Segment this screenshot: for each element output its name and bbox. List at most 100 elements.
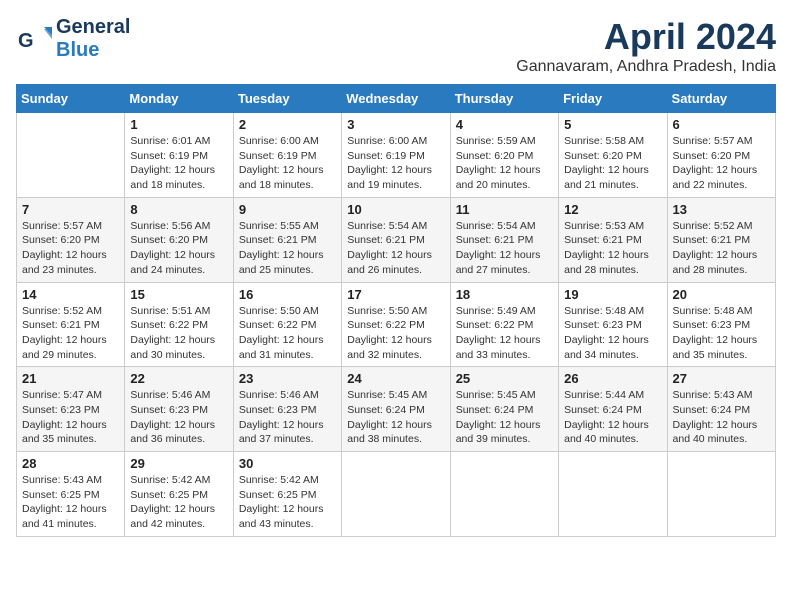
header-friday: Friday (559, 85, 667, 113)
calendar-day-18: 18 Sunrise: 5:49 AM Sunset: 6:22 PM Dayli… (450, 282, 558, 367)
day-number: 27 (673, 371, 770, 386)
calendar-day-25: 25 Sunrise: 5:45 AM Sunset: 6:24 PM Dayli… (450, 367, 558, 452)
day-number: 1 (130, 117, 227, 132)
day-info: Sunrise: 5:46 AM Sunset: 6:23 PM Dayligh… (130, 388, 227, 447)
day-number: 20 (673, 287, 770, 302)
day-info: Sunrise: 5:57 AM Sunset: 6:20 PM Dayligh… (22, 219, 119, 278)
day-info: Sunrise: 5:48 AM Sunset: 6:23 PM Dayligh… (564, 304, 661, 363)
day-info: Sunrise: 5:44 AM Sunset: 6:24 PM Dayligh… (564, 388, 661, 447)
day-info: Sunrise: 6:01 AM Sunset: 6:19 PM Dayligh… (130, 134, 227, 193)
logo-icon: G (16, 21, 52, 57)
day-number: 30 (239, 456, 336, 471)
calendar-day-1: 1 Sunrise: 6:01 AM Sunset: 6:19 PM Daylig… (125, 113, 233, 198)
header-monday: Monday (125, 85, 233, 113)
calendar-empty-cell (342, 452, 450, 537)
calendar-day-13: 13 Sunrise: 5:52 AM Sunset: 6:21 PM Dayli… (667, 197, 775, 282)
calendar-empty-cell (667, 452, 775, 537)
day-info: Sunrise: 5:54 AM Sunset: 6:21 PM Dayligh… (456, 219, 553, 278)
day-number: 2 (239, 117, 336, 132)
day-number: 12 (564, 202, 661, 217)
day-info: Sunrise: 5:59 AM Sunset: 6:20 PM Dayligh… (456, 134, 553, 193)
header-saturday: Saturday (667, 85, 775, 113)
day-number: 13 (673, 202, 770, 217)
header: G General Blue April 2024 Gannavaram, An… (16, 16, 776, 76)
calendar-week-row: 28 Sunrise: 5:43 AM Sunset: 6:25 PM Dayli… (17, 452, 776, 537)
day-number: 14 (22, 287, 119, 302)
calendar-table: SundayMondayTuesdayWednesdayThursdayFrid… (16, 84, 776, 537)
day-number: 29 (130, 456, 227, 471)
month-title: April 2024 (516, 16, 776, 58)
calendar-day-16: 16 Sunrise: 5:50 AM Sunset: 6:22 PM Dayli… (233, 282, 341, 367)
day-info: Sunrise: 5:43 AM Sunset: 6:24 PM Dayligh… (673, 388, 770, 447)
day-info: Sunrise: 5:52 AM Sunset: 6:21 PM Dayligh… (673, 219, 770, 278)
day-info: Sunrise: 5:49 AM Sunset: 6:22 PM Dayligh… (456, 304, 553, 363)
day-number: 16 (239, 287, 336, 302)
svg-text:G: G (18, 30, 34, 52)
day-number: 28 (22, 456, 119, 471)
calendar-day-8: 8 Sunrise: 5:56 AM Sunset: 6:20 PM Daylig… (125, 197, 233, 282)
calendar-day-29: 29 Sunrise: 5:42 AM Sunset: 6:25 PM Dayli… (125, 452, 233, 537)
calendar-day-26: 26 Sunrise: 5:44 AM Sunset: 6:24 PM Dayli… (559, 367, 667, 452)
day-number: 5 (564, 117, 661, 132)
day-number: 25 (456, 371, 553, 386)
day-info: Sunrise: 5:56 AM Sunset: 6:20 PM Dayligh… (130, 219, 227, 278)
calendar-day-10: 10 Sunrise: 5:54 AM Sunset: 6:21 PM Dayli… (342, 197, 450, 282)
location: Gannavaram, Andhra Pradesh, India (516, 58, 776, 76)
day-info: Sunrise: 5:42 AM Sunset: 6:25 PM Dayligh… (130, 473, 227, 532)
day-number: 26 (564, 371, 661, 386)
day-number: 15 (130, 287, 227, 302)
day-info: Sunrise: 5:43 AM Sunset: 6:25 PM Dayligh… (22, 473, 119, 532)
logo-blue: Blue (56, 39, 99, 61)
day-info: Sunrise: 5:45 AM Sunset: 6:24 PM Dayligh… (456, 388, 553, 447)
header-thursday: Thursday (450, 85, 558, 113)
calendar-day-23: 23Sunrise: 5:46 AM Sunset: 6:23 PM Dayli… (233, 367, 341, 452)
calendar-empty-cell (559, 452, 667, 537)
day-number: 18 (456, 287, 553, 302)
day-info: Sunrise: 5:50 AM Sunset: 6:22 PM Dayligh… (239, 304, 336, 363)
day-number: 17 (347, 287, 444, 302)
calendar-day-12: 12Sunrise: 5:53 AM Sunset: 6:21 PM Dayli… (559, 197, 667, 282)
calendar-day-27: 27 Sunrise: 5:43 AM Sunset: 6:24 PM Dayli… (667, 367, 775, 452)
day-number: 8 (130, 202, 227, 217)
calendar-header-row: SundayMondayTuesdayWednesdayThursdayFrid… (17, 85, 776, 113)
day-number: 4 (456, 117, 553, 132)
calendar-day-28: 28 Sunrise: 5:43 AM Sunset: 6:25 PM Dayli… (17, 452, 125, 537)
calendar-day-6: 6 Sunrise: 5:57 AM Sunset: 6:20 PM Daylig… (667, 113, 775, 198)
day-number: 6 (673, 117, 770, 132)
header-sunday: Sunday (17, 85, 125, 113)
calendar-day-30: 30 Sunrise: 5:42 AM Sunset: 6:25 PM Dayli… (233, 452, 341, 537)
day-info: Sunrise: 5:57 AM Sunset: 6:20 PM Dayligh… (673, 134, 770, 193)
day-info: Sunrise: 5:51 AM Sunset: 6:22 PM Dayligh… (130, 304, 227, 363)
calendar-day-4: 4 Sunrise: 5:59 AM Sunset: 6:20 PM Daylig… (450, 113, 558, 198)
calendar-week-row: 21 Sunrise: 5:47 AM Sunset: 6:23 PM Dayli… (17, 367, 776, 452)
day-number: 10 (347, 202, 444, 217)
calendar-day-9: 9Sunrise: 5:55 AM Sunset: 6:21 PM Daylig… (233, 197, 341, 282)
title-area: April 2024 Gannavaram, Andhra Pradesh, I… (516, 16, 776, 76)
day-number: 3 (347, 117, 444, 132)
day-number: 7 (22, 202, 119, 217)
day-number: 22 (130, 371, 227, 386)
day-info: Sunrise: 5:54 AM Sunset: 6:21 PM Dayligh… (347, 219, 444, 278)
calendar-week-row: 1 Sunrise: 6:01 AM Sunset: 6:19 PM Daylig… (17, 113, 776, 198)
calendar-day-17: 17 Sunrise: 5:50 AM Sunset: 6:22 PM Dayli… (342, 282, 450, 367)
calendar-day-20: 20 Sunrise: 5:48 AM Sunset: 6:23 PM Dayli… (667, 282, 775, 367)
calendar-empty-cell (17, 113, 125, 198)
day-number: 21 (22, 371, 119, 386)
calendar-week-row: 14Sunrise: 5:52 AM Sunset: 6:21 PM Dayli… (17, 282, 776, 367)
day-number: 24 (347, 371, 444, 386)
day-number: 9 (239, 202, 336, 217)
calendar-day-15: 15 Sunrise: 5:51 AM Sunset: 6:22 PM Dayli… (125, 282, 233, 367)
day-info: Sunrise: 5:42 AM Sunset: 6:25 PM Dayligh… (239, 473, 336, 532)
calendar-day-7: 7 Sunrise: 5:57 AM Sunset: 6:20 PM Daylig… (17, 197, 125, 282)
header-tuesday: Tuesday (233, 85, 341, 113)
day-info: Sunrise: 5:47 AM Sunset: 6:23 PM Dayligh… (22, 388, 119, 447)
day-info: Sunrise: 5:46 AM Sunset: 6:23 PM Dayligh… (239, 388, 336, 447)
calendar-day-3: 3 Sunrise: 6:00 AM Sunset: 6:19 PM Daylig… (342, 113, 450, 198)
calendar-day-2: 2 Sunrise: 6:00 AM Sunset: 6:19 PM Daylig… (233, 113, 341, 198)
day-info: Sunrise: 6:00 AM Sunset: 6:19 PM Dayligh… (347, 134, 444, 193)
day-info: Sunrise: 5:50 AM Sunset: 6:22 PM Dayligh… (347, 304, 444, 363)
day-info: Sunrise: 5:48 AM Sunset: 6:23 PM Dayligh… (673, 304, 770, 363)
calendar-day-22: 22 Sunrise: 5:46 AM Sunset: 6:23 PM Dayli… (125, 367, 233, 452)
day-info: Sunrise: 6:00 AM Sunset: 6:19 PM Dayligh… (239, 134, 336, 193)
day-info: Sunrise: 5:58 AM Sunset: 6:20 PM Dayligh… (564, 134, 661, 193)
